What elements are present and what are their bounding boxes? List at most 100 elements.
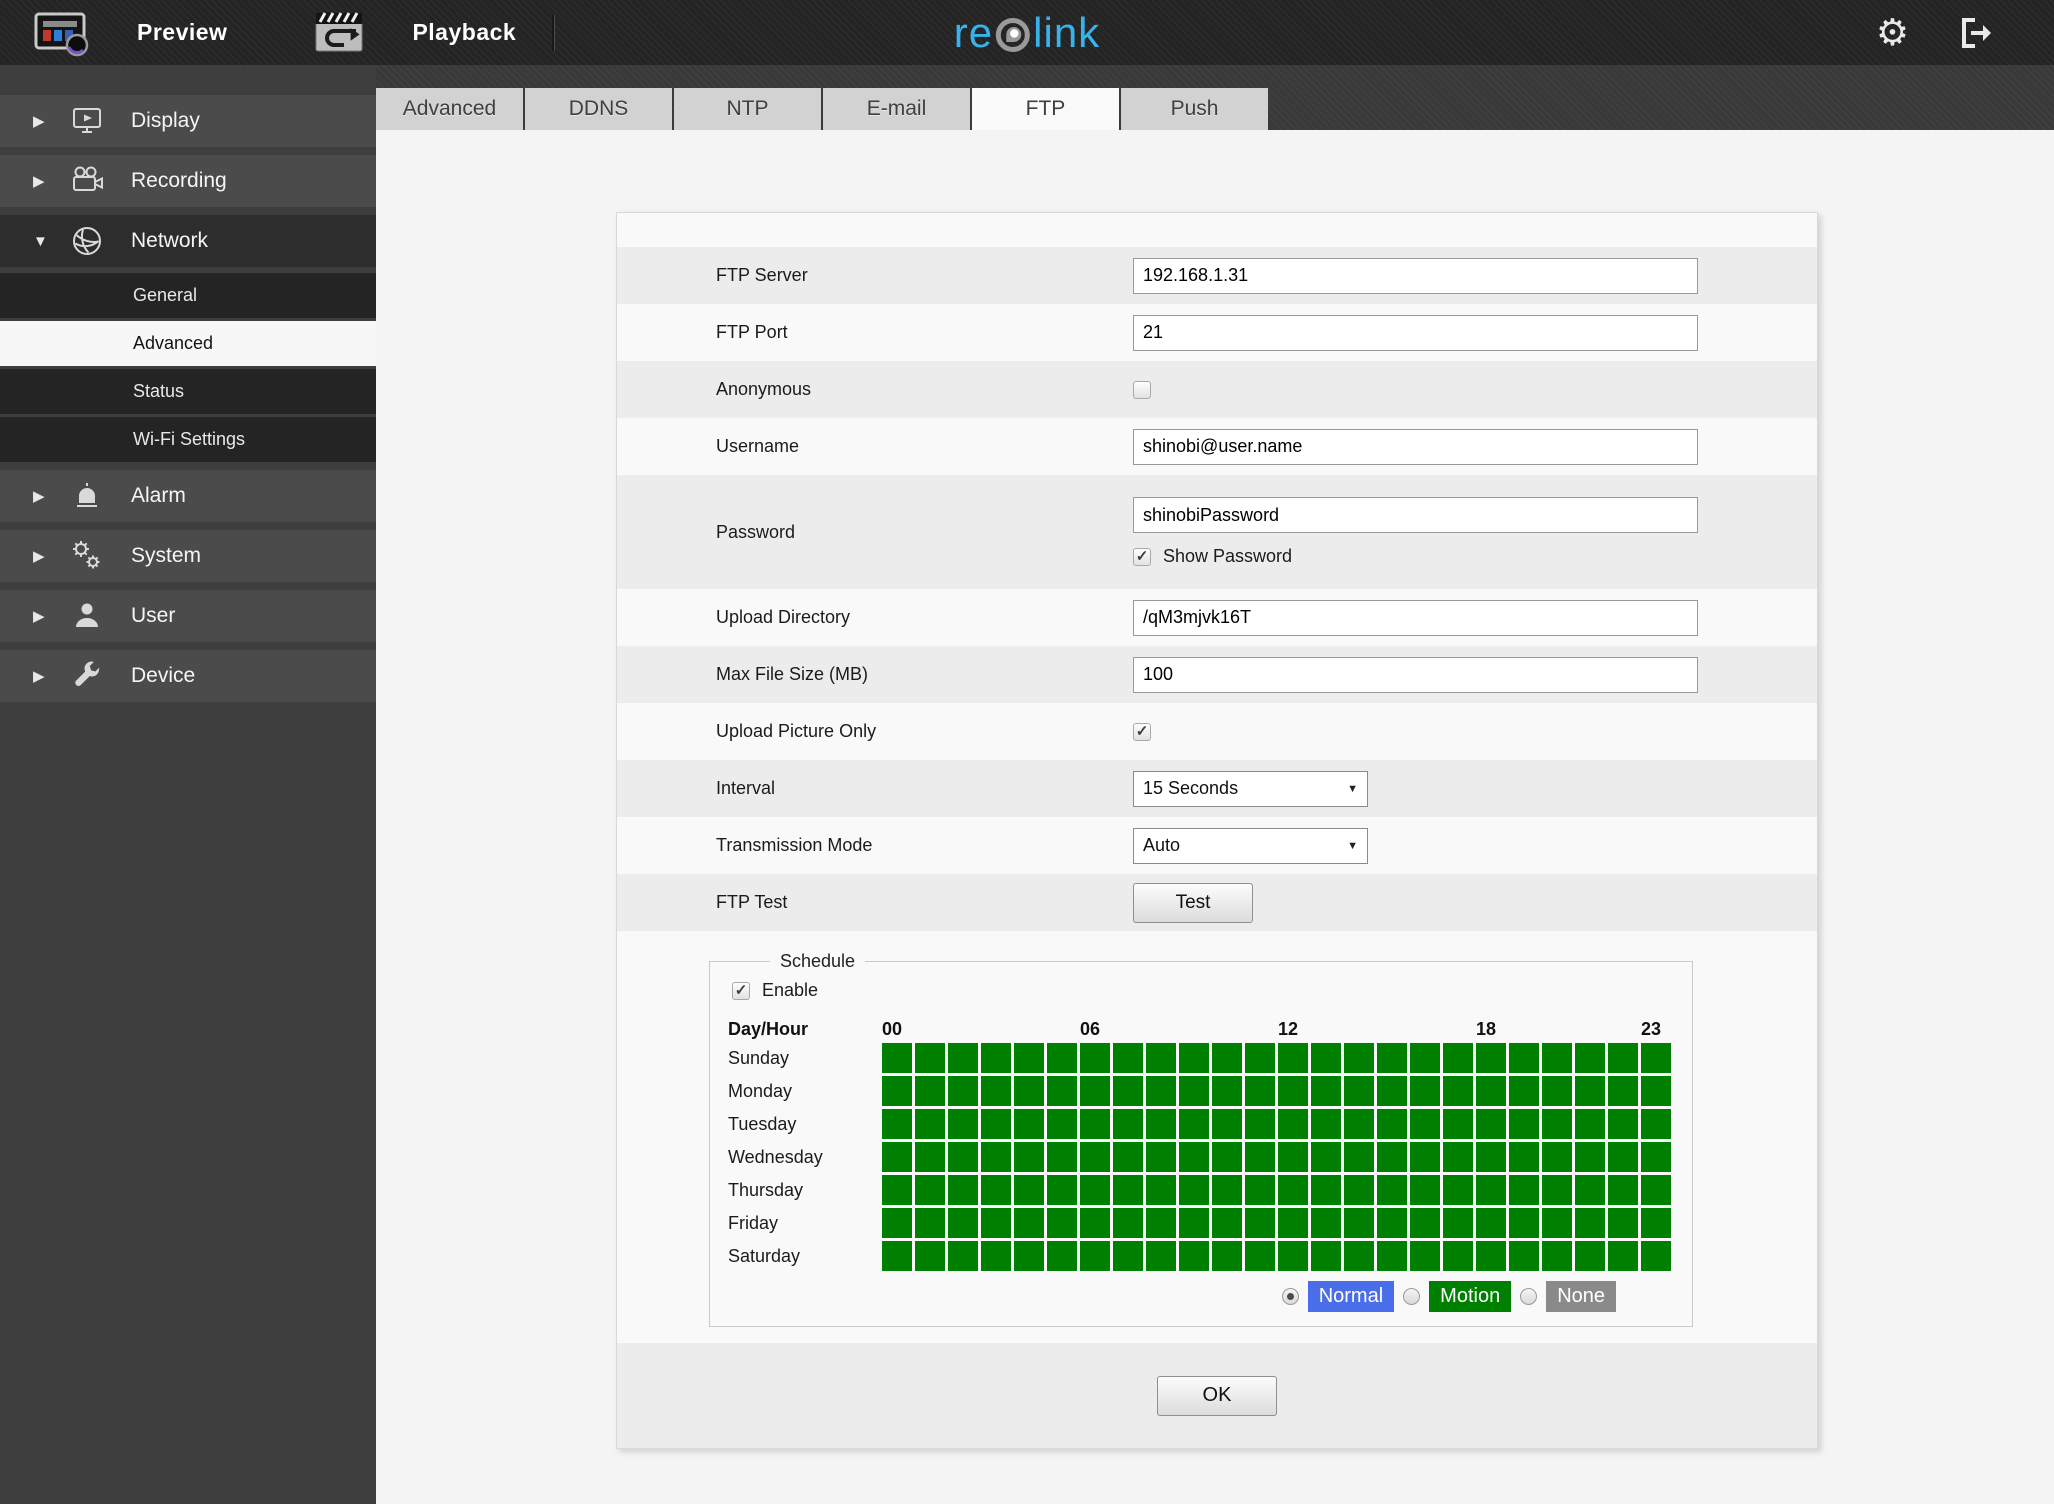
schedule-cell[interactable] xyxy=(1608,1241,1638,1271)
schedule-cell[interactable] xyxy=(1245,1076,1275,1106)
schedule-cell[interactable] xyxy=(981,1109,1011,1139)
schedule-cell[interactable] xyxy=(1047,1076,1077,1106)
schedule-cell[interactable] xyxy=(1476,1109,1506,1139)
schedule-cell[interactable] xyxy=(882,1142,912,1172)
schedule-cell[interactable] xyxy=(1641,1175,1671,1205)
schedule-cell[interactable] xyxy=(1047,1241,1077,1271)
schedule-cell[interactable] xyxy=(1608,1109,1638,1139)
schedule-cell[interactable] xyxy=(1014,1208,1044,1238)
schedule-cell[interactable] xyxy=(1113,1175,1143,1205)
schedule-cell[interactable] xyxy=(1179,1043,1209,1073)
tab-advanced[interactable]: Advanced xyxy=(376,88,523,130)
schedule-cell[interactable] xyxy=(1014,1109,1044,1139)
schedule-cell[interactable] xyxy=(1278,1109,1308,1139)
schedule-cell[interactable] xyxy=(1575,1142,1605,1172)
settings-gear-icon[interactable]: ⚙ xyxy=(1876,14,1909,51)
schedule-cell[interactable] xyxy=(1575,1208,1605,1238)
schedule-cell[interactable] xyxy=(1641,1142,1671,1172)
schedule-cell[interactable] xyxy=(1641,1043,1671,1073)
schedule-cell[interactable] xyxy=(1014,1076,1044,1106)
schedule-cell[interactable] xyxy=(948,1208,978,1238)
schedule-cell[interactable] xyxy=(1212,1109,1242,1139)
schedule-cell[interactable] xyxy=(915,1142,945,1172)
schedule-cell[interactable] xyxy=(1476,1208,1506,1238)
schedule-cell[interactable] xyxy=(1047,1142,1077,1172)
schedule-cell[interactable] xyxy=(981,1043,1011,1073)
tab-ddns[interactable]: DDNS xyxy=(525,88,672,130)
schedule-cell[interactable] xyxy=(1245,1208,1275,1238)
schedule-cell[interactable] xyxy=(1410,1043,1440,1073)
schedule-cell[interactable] xyxy=(1311,1043,1341,1073)
schedule-cell[interactable] xyxy=(1575,1241,1605,1271)
schedule-cell[interactable] xyxy=(1146,1076,1176,1106)
schedule-cell[interactable] xyxy=(1014,1241,1044,1271)
schedule-cell[interactable] xyxy=(1542,1241,1572,1271)
schedule-cell[interactable] xyxy=(1113,1208,1143,1238)
transmission-mode-select[interactable]: Auto ▼ xyxy=(1133,827,1368,864)
schedule-cell[interactable] xyxy=(1377,1208,1407,1238)
schedule-cell[interactable] xyxy=(1179,1241,1209,1271)
schedule-cell[interactable] xyxy=(1476,1043,1506,1073)
schedule-cell[interactable] xyxy=(1608,1076,1638,1106)
schedule-cell[interactable] xyxy=(1245,1142,1275,1172)
ftp-server-input[interactable] xyxy=(1133,257,1698,294)
anonymous-checkbox[interactable] xyxy=(1133,380,1151,399)
schedule-cell[interactable] xyxy=(1344,1241,1374,1271)
schedule-cell[interactable] xyxy=(1311,1076,1341,1106)
schedule-cell[interactable] xyxy=(1509,1043,1539,1073)
schedule-cell[interactable] xyxy=(1212,1175,1242,1205)
schedule-cell[interactable] xyxy=(1377,1142,1407,1172)
schedule-cell[interactable] xyxy=(1278,1208,1308,1238)
schedule-cell[interactable] xyxy=(1245,1241,1275,1271)
schedule-cell[interactable] xyxy=(1410,1241,1440,1271)
schedule-cell[interactable] xyxy=(1080,1142,1110,1172)
schedule-cell[interactable] xyxy=(1410,1109,1440,1139)
schedule-cell[interactable] xyxy=(948,1241,978,1271)
tab-ftp[interactable]: FTP xyxy=(972,88,1119,130)
sidebar-item-recording[interactable]: ▶ Recording xyxy=(0,155,376,207)
schedule-cell[interactable] xyxy=(1344,1076,1374,1106)
schedule-cell[interactable] xyxy=(1509,1208,1539,1238)
schedule-cell[interactable] xyxy=(1641,1076,1671,1106)
schedule-cell[interactable] xyxy=(1212,1076,1242,1106)
schedule-cell[interactable] xyxy=(1410,1175,1440,1205)
schedule-cell[interactable] xyxy=(948,1076,978,1106)
schedule-cell[interactable] xyxy=(1245,1043,1275,1073)
schedule-cell[interactable] xyxy=(1212,1241,1242,1271)
schedule-cell[interactable] xyxy=(1410,1142,1440,1172)
sidebar-item-display[interactable]: ▶ Display xyxy=(0,95,376,147)
schedule-cell[interactable] xyxy=(948,1142,978,1172)
mode-badge-none[interactable]: None xyxy=(1546,1281,1616,1312)
schedule-cell[interactable] xyxy=(1575,1109,1605,1139)
schedule-cell[interactable] xyxy=(1608,1142,1638,1172)
schedule-cell[interactable] xyxy=(1377,1043,1407,1073)
schedule-cell[interactable] xyxy=(1278,1142,1308,1172)
schedule-cell[interactable] xyxy=(1311,1109,1341,1139)
schedule-cell[interactable] xyxy=(1047,1175,1077,1205)
tab-push[interactable]: Push xyxy=(1121,88,1268,130)
schedule-cell[interactable] xyxy=(1047,1208,1077,1238)
schedule-cell[interactable] xyxy=(1113,1109,1143,1139)
sidebar-item-alarm[interactable]: ▶ Alarm xyxy=(0,470,376,522)
sidebar-subitem-status[interactable]: Status xyxy=(0,369,376,414)
schedule-cell[interactable] xyxy=(1080,1208,1110,1238)
schedule-cell[interactable] xyxy=(1443,1043,1473,1073)
preview-nav-label[interactable]: Preview xyxy=(137,19,227,46)
schedule-cell[interactable] xyxy=(1509,1076,1539,1106)
schedule-cell[interactable] xyxy=(1113,1043,1143,1073)
schedule-cell[interactable] xyxy=(1179,1076,1209,1106)
schedule-cell[interactable] xyxy=(1608,1208,1638,1238)
schedule-cell[interactable] xyxy=(1476,1142,1506,1172)
schedule-cell[interactable] xyxy=(882,1109,912,1139)
schedule-cell[interactable] xyxy=(1146,1109,1176,1139)
schedule-cell[interactable] xyxy=(915,1043,945,1073)
sidebar-item-network[interactable]: ▼ Network xyxy=(0,215,376,267)
tab-ntp[interactable]: NTP xyxy=(674,88,821,130)
schedule-cell[interactable] xyxy=(915,1208,945,1238)
playback-icon[interactable] xyxy=(312,9,370,57)
schedule-cell[interactable] xyxy=(1311,1142,1341,1172)
schedule-cell[interactable] xyxy=(915,1109,945,1139)
password-input[interactable] xyxy=(1133,497,1698,533)
preview-icon[interactable] xyxy=(33,9,95,57)
schedule-cell[interactable] xyxy=(1113,1142,1143,1172)
